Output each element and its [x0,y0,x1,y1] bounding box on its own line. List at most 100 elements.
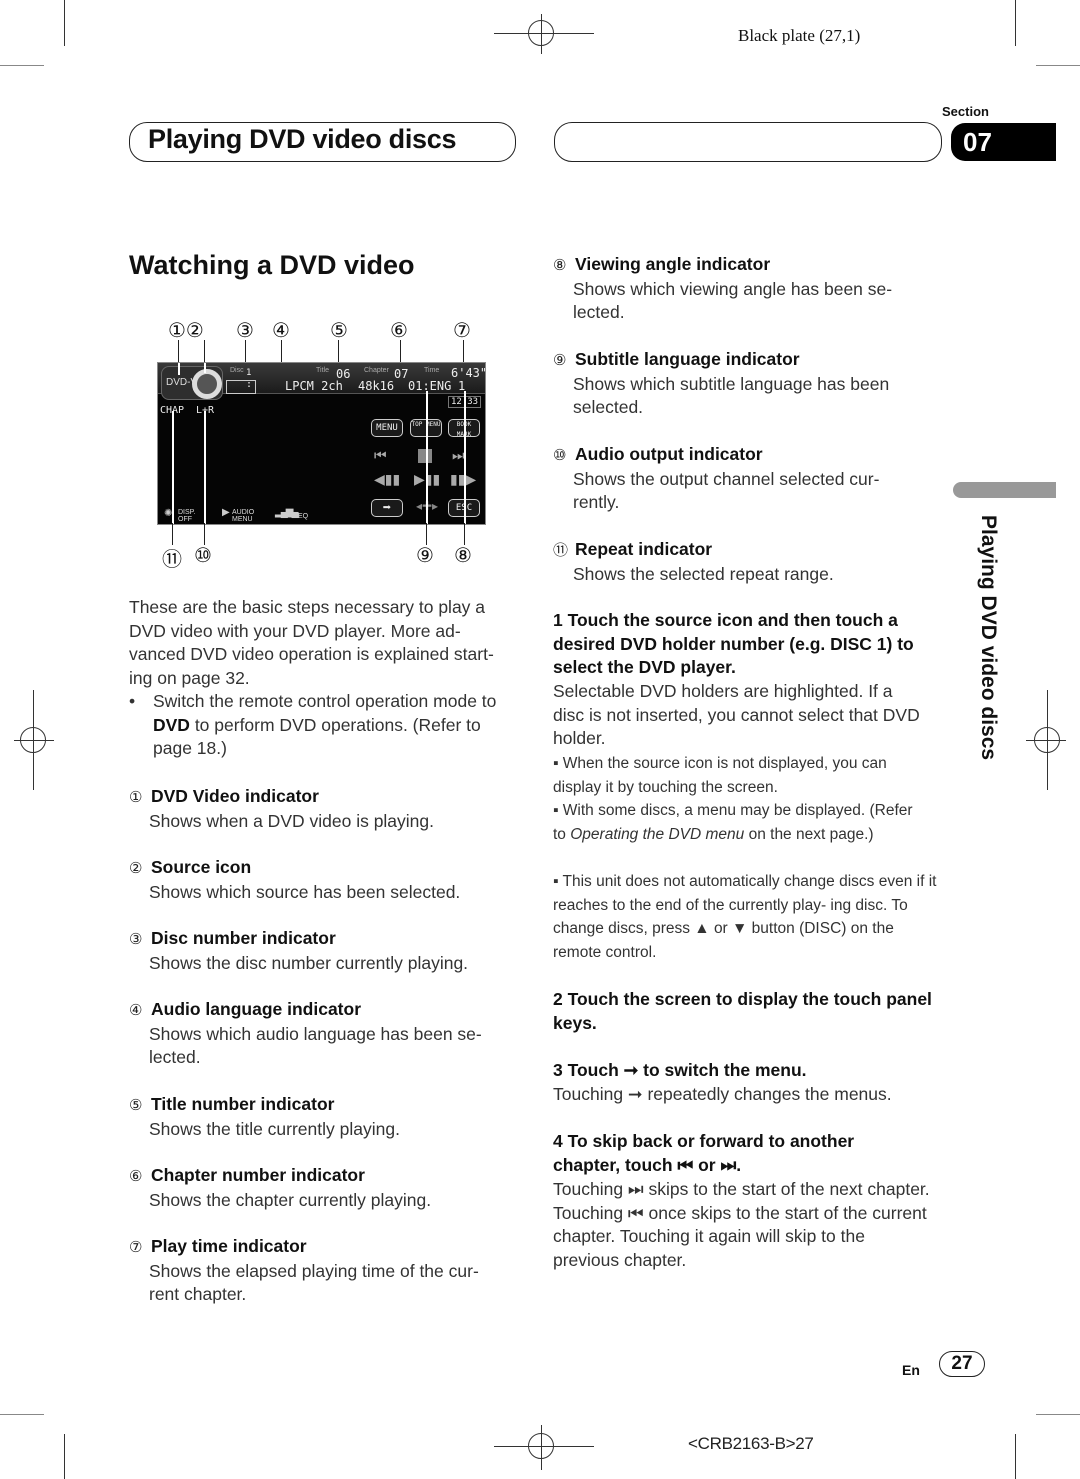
disc-number-indicator: 1 [246,368,252,378]
item-description: Shows the output channel selected cur- r… [573,468,880,513]
item-description: Shows which viewing angle has been se- l… [573,278,893,323]
item-number: ⑨ [553,352,567,369]
crop-mark [0,65,44,66]
leader-line [178,363,180,375]
menu-reference-link: Operating the DVD menu [570,825,745,843]
item-description: Shows which subtitle language has been s… [573,373,890,418]
leader-line [338,340,339,363]
leader-line [464,391,466,524]
item-number: ④ [129,1002,143,1019]
indicator-item-11: ⑪ Repeat indicator Shows the selected rep… [553,538,933,586]
callout-10: ⑩ [194,545,212,567]
item-number: ⑥ [129,1168,143,1185]
play-time-indicator: 6'43" [451,366,486,380]
item-description: Shows the title currently playing. [149,1118,400,1139]
step-1-body: Selectable DVD holders are highlighted. … [553,681,920,749]
item-number: ③ [129,931,143,948]
registration-target-icon [1034,727,1060,753]
registration-target-icon [528,1433,554,1459]
indicator-item-1: ① DVD Video indicator Shows when a DVD vi… [129,785,514,833]
callout-8: ⑧ [454,545,472,567]
leader-line [178,340,179,363]
disp-off-button[interactable]: DISP. OFF [178,509,202,523]
bullet-icon: • [129,691,136,711]
menu-button[interactable]: MENU [371,419,403,437]
item-number: ⑪ [553,542,569,559]
skip-forward-button[interactable]: ⏭ [452,447,465,464]
intro-paragraph: These are the basic steps necessary to p… [129,597,494,689]
item-number: ⑤ [129,1097,143,1114]
item-description: Shows which audio language has been se- … [149,1023,482,1068]
item-description: Shows the disc number currently playing. [149,952,469,973]
sample-rate: 48k16 [358,379,395,393]
eq-button[interactable]: EQ [298,513,308,520]
step-3-heading: 3 Touch ➞ to switch the menu. [553,1060,807,1080]
leader-line [281,340,282,363]
crop-mark [1015,1434,1016,1479]
item-title: Play time indicator [151,1236,307,1256]
item-description: Shows the selected repeat range. [573,563,834,584]
skip-back-button[interactable]: ⏮ [374,447,387,464]
audio-menu-button[interactable]: AUDIO MENU [232,509,262,523]
leader-line [245,340,246,363]
crop-mark [1036,65,1080,66]
subtitle-language-indicator: 01:ENG [408,379,452,393]
leader-line [204,363,206,373]
indicator-item-2: ② Source icon Shows which source has been… [129,856,514,904]
item-description: Shows the chapter currently playing. [149,1189,432,1210]
side-tab-label: Playing DVD video discs [977,515,1000,761]
blank-header-pill [554,122,942,162]
leader-line [463,340,464,363]
item-title: Viewing angle indicator [575,254,771,274]
bullet-text-bold: DVD [153,714,190,735]
step-2-heading: 2 Touch the screen to display the touch … [553,989,932,1033]
step-1-note-1: ▪ When the source icon is not displayed,… [553,755,887,796]
item-title: Disc number indicator [151,928,336,948]
item-description: Shows which source has been selected. [149,881,461,902]
source-icon[interactable] [192,369,222,399]
step-1-note-2: ▪ With some discs, a menu may be display… [553,799,923,846]
audio-language-value: : [246,379,253,390]
rewind-button[interactable]: ◀▮▮ [374,471,400,488]
section-number: 07 [951,123,1056,161]
item-title: Source icon [151,857,252,877]
job-code: <CRB2163-B>27 [688,1434,814,1453]
step-4-heading: 4 To skip back or forward to another cha… [553,1131,855,1175]
callout-9: ⑨ [416,545,434,567]
dvd-screen: DVD-V Disc 1 Title 06 Chapter 07 Time 6'… [157,362,486,525]
switch-menu-arrow-button[interactable]: ➡ [371,499,403,517]
registration-target-icon [528,20,554,46]
callout-6: ⑥ [390,320,408,342]
stop-button[interactable] [418,449,432,463]
indicator-item-10: ⑩ Audio output indicator Shows the output… [553,443,933,515]
title-label: Title [316,367,329,374]
callout-1-2: ①② [168,320,204,342]
crop-mark [1015,0,1016,46]
leader-line [400,340,401,363]
item-title: Title number indicator [151,1094,335,1114]
indicator-item-4: ④ Audio language indicator Shows which au… [129,998,514,1070]
callout-7: ⑦ [453,320,471,342]
item-title: Audio output indicator [575,444,763,464]
registration-target-icon [20,727,46,753]
leader-line [464,523,465,545]
indicator-item-9: ⑨ Subtitle language indicator Shows which… [553,348,933,420]
chapter-title: Playing DVD video discs [148,124,457,154]
leader-line [172,523,173,545]
leader-line [426,391,428,524]
leader-line [426,523,427,545]
crop-mark [1036,1414,1080,1415]
callout-11: ⑪ [162,549,182,571]
time-label: Time [424,367,440,374]
indicator-item-3: ③ Disc number indicator Shows the disc nu… [129,927,514,975]
bullet-text-pre: Switch the remote control operation mode… [153,691,497,711]
step-1-heading: 1 Touch the source icon and then touch a… [553,610,914,678]
disc-label: Disc [230,367,244,374]
item-title: Subtitle language indicator [575,349,800,369]
bullet-item: • Switch the remote control operation mo… [129,690,514,761]
item-description: Shows when a DVD video is playing. [149,810,435,831]
audio-format: LPCM 2ch [285,379,343,393]
item-title: DVD Video indicator [151,786,319,806]
page-number: 27 [939,1351,985,1377]
item-number: ① [129,789,143,806]
